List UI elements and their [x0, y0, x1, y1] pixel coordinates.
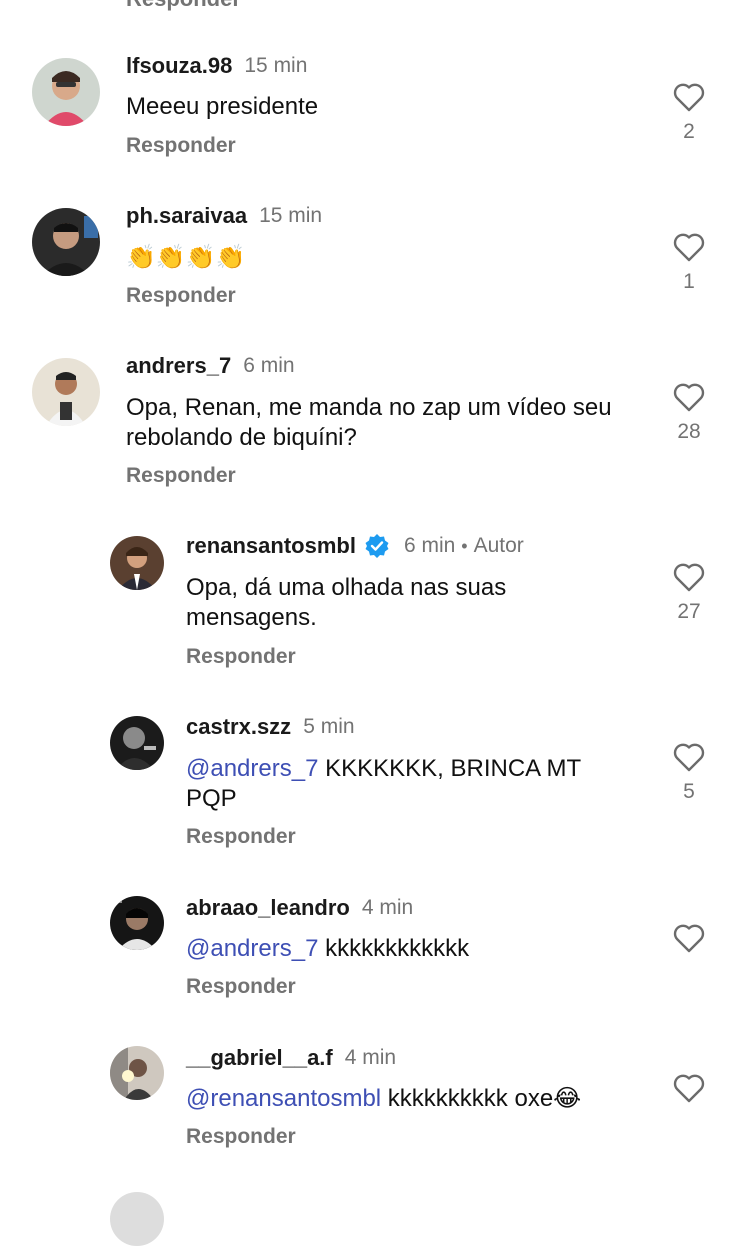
heart-outline-icon	[673, 1074, 705, 1103]
comment-username[interactable]: ph.saraivaa	[126, 203, 247, 229]
author-badge: Autor	[473, 534, 524, 557]
comment-text: Opa, dá uma olhada nas suas mensagens.	[186, 574, 507, 631]
like-button[interactable]	[672, 923, 706, 953]
comment-text: Meeeu presidente	[126, 93, 319, 120]
comment-username[interactable]: castrx.szz	[186, 714, 291, 740]
like-count: 1	[683, 270, 695, 293]
comment-text: @renansantosmbl kkkkkkkkkk oxe😂	[186, 1085, 582, 1112]
avatar[interactable]	[32, 208, 100, 276]
avatar[interactable]	[110, 896, 164, 950]
comment-text: @andrers_7 kkkkkkkkkkkk	[186, 935, 470, 962]
like-button[interactable]: 5	[672, 742, 706, 804]
avatar[interactable]	[110, 1046, 164, 1100]
heart-outline-icon	[673, 743, 705, 772]
comment-timestamp: 6 min	[403, 534, 456, 557]
reply-button[interactable]: Responder	[186, 975, 296, 999]
comment-username[interactable]: __gabriel__a.f	[186, 1045, 333, 1071]
previous-reply-link[interactable]: Responder	[126, 0, 241, 12]
comment-timestamp: 15 min	[244, 54, 308, 77]
heart-outline-icon	[673, 924, 705, 953]
like-button[interactable]: 27	[672, 562, 706, 624]
heart-outline-icon	[673, 383, 705, 412]
comment-text: Opa, Renan, me manda no zap um vídeo seu…	[126, 394, 612, 451]
comment-timestamp: 4 min	[361, 896, 414, 919]
avatar[interactable]	[110, 716, 164, 770]
comment-timestamp: 6 min	[243, 354, 295, 377]
reply-button[interactable]: Responder	[186, 825, 296, 849]
comment-timestamp: 15 min	[259, 204, 323, 227]
comment-username[interactable]: renansantosmbl	[186, 533, 356, 559]
comment-username[interactable]: andrers_7	[126, 353, 231, 379]
like-button[interactable]: 1	[672, 232, 706, 294]
heart-outline-icon	[673, 83, 705, 112]
verified-badge-icon	[365, 534, 389, 558]
like-button[interactable]: 28	[672, 382, 706, 444]
heart-outline-icon	[673, 233, 705, 262]
reply-button[interactable]: Responder	[126, 134, 236, 158]
like-count: 2	[683, 120, 695, 143]
avatar[interactable]	[110, 536, 164, 590]
reply-button[interactable]: Responder	[126, 284, 236, 308]
reply-button[interactable]: Responder	[186, 645, 296, 669]
comment-timestamp: 5 min	[303, 715, 355, 738]
reply-button[interactable]: Responder	[126, 464, 236, 488]
comment-username[interactable]: abraao_leandro	[186, 895, 350, 921]
mention-link[interactable]: @andrers_7	[186, 755, 318, 782]
avatar[interactable]	[32, 358, 100, 426]
like-count: 5	[683, 780, 695, 803]
avatar[interactable]	[110, 1192, 164, 1246]
mention-link[interactable]: @andrers_7	[186, 935, 318, 962]
comment-timestamp: 4 min	[344, 1046, 397, 1069]
avatar[interactable]	[32, 58, 100, 126]
like-count: 28	[677, 420, 701, 443]
like-count: 27	[677, 600, 701, 623]
mention-link[interactable]: @renansantosmbl	[186, 1085, 381, 1112]
like-button[interactable]: 2	[672, 82, 706, 144]
heart-outline-icon	[673, 563, 705, 592]
comment-username[interactable]: lfsouza.98	[126, 53, 232, 79]
separator-dot: •	[461, 535, 468, 556]
comment-text: @andrers_7 KKKKKKK, BRINCA MT PQP	[186, 755, 581, 812]
reply-button[interactable]: Responder	[186, 1125, 296, 1149]
comment-text: 👏👏👏👏	[126, 244, 246, 271]
like-button[interactable]	[672, 1073, 706, 1103]
